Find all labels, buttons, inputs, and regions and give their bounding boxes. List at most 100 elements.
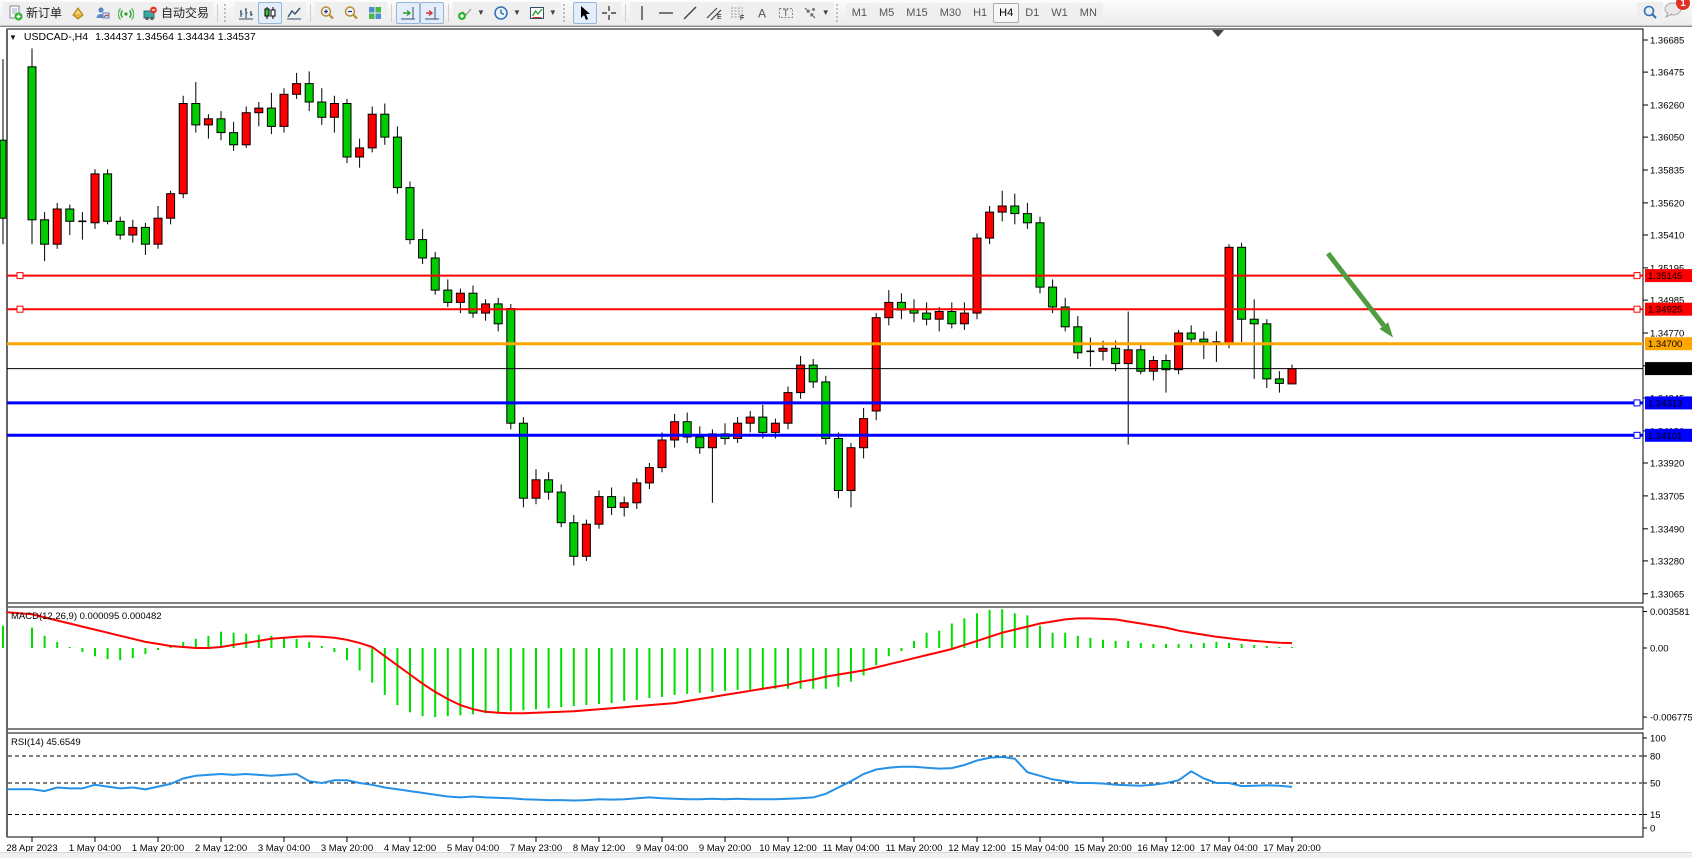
zoom-in-icon <box>319 5 335 21</box>
svg-text:1.36050: 1.36050 <box>1650 133 1684 144</box>
svg-text:100: 100 <box>1650 734 1666 745</box>
fibonacci-button[interactable]: F <box>726 2 750 24</box>
channel-icon: E <box>706 5 722 21</box>
chart-symbol-period: USDCAD-,H4 <box>24 31 88 43</box>
svg-text:T: T <box>783 8 789 18</box>
svg-text:80: 80 <box>1650 752 1661 763</box>
period-m1[interactable]: M1 <box>846 3 873 23</box>
partial-candle <box>0 59 6 244</box>
svg-text:A: A <box>758 6 766 20</box>
candlestick-chart-icon <box>262 5 278 21</box>
chart-shift-button[interactable] <box>420 2 444 24</box>
autotrading-label: 自动交易 <box>161 4 209 21</box>
toolbar-separator <box>217 4 218 22</box>
gold-icon <box>70 5 86 21</box>
svg-text:1.33705: 1.33705 <box>1650 491 1684 502</box>
tile-windows-icon <box>367 5 383 21</box>
svg-text:1.35410: 1.35410 <box>1650 231 1684 242</box>
svg-text:0: 0 <box>1650 824 1655 835</box>
notifications[interactable]: 1 <box>1663 1 1683 24</box>
autotrading-button[interactable]: 自动交易 <box>138 2 213 24</box>
new-order-label: 新订单 <box>26 4 62 21</box>
price-axis: 1.366851.364751.362601.360501.358351.356… <box>1643 36 1692 601</box>
rsi-label: RSI(14) 45.6549 <box>11 737 81 748</box>
trendline-button[interactable] <box>678 2 702 24</box>
period-mn[interactable]: MN <box>1074 3 1103 23</box>
auto-scroll-icon <box>400 5 416 21</box>
crosshair-button[interactable] <box>597 2 621 24</box>
candlestick-chart-button[interactable] <box>258 2 282 24</box>
window-bottom-edge <box>0 852 1692 858</box>
text-label-icon: T <box>778 5 794 21</box>
notification-badge: 1 <box>1676 0 1690 10</box>
line-chart-button[interactable] <box>282 2 306 24</box>
profile-button[interactable] <box>90 2 114 24</box>
period-d1[interactable]: D1 <box>1019 3 1045 23</box>
template-icon <box>529 5 545 21</box>
toolbar-separator <box>448 4 449 22</box>
search-button[interactable] <box>1637 2 1663 24</box>
crosshair-icon <box>601 5 617 21</box>
text-label-button[interactable]: T <box>774 2 798 24</box>
dropdown-caret: ▼ <box>822 8 830 17</box>
one-click-trading-toggle[interactable]: ▼ <box>9 33 17 42</box>
bar-chart-button[interactable] <box>234 2 258 24</box>
arrows-button[interactable]: ▼ <box>798 2 834 24</box>
svg-text:1.34313: 1.34313 <box>1648 398 1682 409</box>
svg-text:1.33280: 1.33280 <box>1650 556 1684 567</box>
cursor-button[interactable] <box>573 2 597 24</box>
zoom-in-button[interactable] <box>315 2 339 24</box>
svg-text:F: F <box>740 15 744 21</box>
dropdown-caret: ▼ <box>549 8 557 17</box>
svg-text:1.36685: 1.36685 <box>1650 36 1684 47</box>
svg-text:1.33065: 1.33065 <box>1650 589 1684 600</box>
chart-window[interactable]: ▼ USDCAD-,H4 1.34437 1.34564 1.34434 1.3… <box>0 26 1692 858</box>
svg-text:1.36260: 1.36260 <box>1650 101 1684 112</box>
new-order-button[interactable]: 新订单 <box>3 2 66 24</box>
periods-button[interactable]: ▼ <box>489 2 525 24</box>
equidistant-channel-button[interactable]: E <box>702 2 726 24</box>
bar-chart-icon <box>238 5 254 21</box>
svg-text:E: E <box>717 14 722 21</box>
indicators-button[interactable]: ▼ <box>453 2 489 24</box>
deposit-button[interactable] <box>66 2 90 24</box>
toolbar-grip <box>836 4 842 22</box>
tile-windows-button[interactable] <box>363 2 387 24</box>
toolbar-separator <box>625 4 626 22</box>
chart-shift-icon <box>424 5 440 21</box>
text-button[interactable]: A <box>750 2 774 24</box>
new-order-icon <box>7 5 23 21</box>
clock-icon <box>493 5 509 21</box>
price-chart[interactable]: 1.366851.364751.362601.360501.358351.356… <box>0 27 1692 858</box>
svg-text:15: 15 <box>1650 810 1661 821</box>
period-h4[interactable]: H4 <box>993 3 1019 23</box>
zoom-out-button[interactable] <box>339 2 363 24</box>
period-m15[interactable]: M15 <box>900 3 933 23</box>
zoom-out-icon <box>343 5 359 21</box>
period-m30[interactable]: M30 <box>934 3 967 23</box>
toolbar-grip <box>224 4 230 22</box>
search-icon <box>1641 4 1659 22</box>
vertical-line-button[interactable] <box>630 2 654 24</box>
svg-text:1.34925: 1.34925 <box>1648 305 1682 316</box>
svg-text:1.35835: 1.35835 <box>1650 166 1684 177</box>
toolbar-grip <box>563 4 569 22</box>
horizontal-line-button[interactable] <box>654 2 678 24</box>
dropdown-caret: ▼ <box>513 8 521 17</box>
period-w1[interactable]: W1 <box>1045 3 1074 23</box>
svg-text:1.35145: 1.35145 <box>1648 271 1682 282</box>
svg-text:1.34700: 1.34700 <box>1648 339 1682 350</box>
signal-button[interactable] <box>114 2 138 24</box>
auto-scroll-button[interactable] <box>396 2 420 24</box>
trendline-icon <box>682 5 698 21</box>
horizontal-line-icon <box>658 5 674 21</box>
profile-icon <box>94 5 110 21</box>
svg-text:0.003581: 0.003581 <box>1650 607 1690 618</box>
indicator-axes: 0.0035810.00-0.0067751008050150 <box>1643 607 1692 835</box>
templates-button[interactable]: ▼ <box>525 2 561 24</box>
period-m5[interactable]: M5 <box>873 3 900 23</box>
svg-text:1.35620: 1.35620 <box>1650 198 1684 209</box>
svg-text:1.33490: 1.33490 <box>1650 524 1684 535</box>
text-icon: A <box>754 5 770 21</box>
period-h1[interactable]: H1 <box>967 3 993 23</box>
